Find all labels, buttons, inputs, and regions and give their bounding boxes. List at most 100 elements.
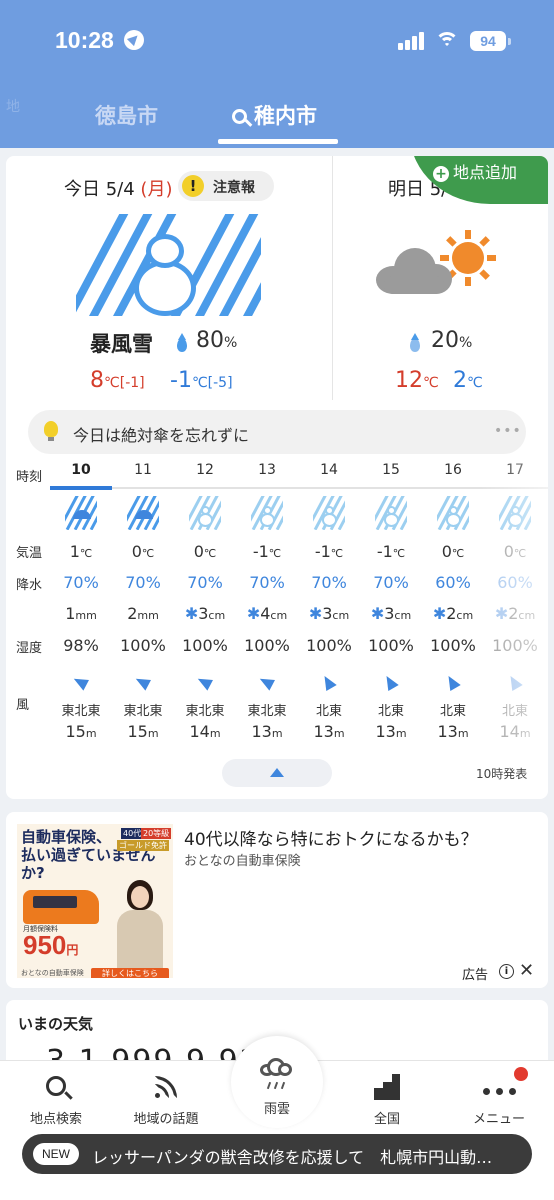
menu-dots-icon [480, 1080, 519, 1099]
nav-rain-label: 雨雲 [263, 1102, 290, 1117]
row-label-precip: 降水 [16, 578, 43, 593]
ad-cta-button[interactable]: 詳しくはこちら [91, 968, 169, 978]
nav-rain-radar[interactable]: 雨雲 [241, 1058, 313, 1117]
hour-wind-value: 13 [437, 722, 458, 741]
ad-info-icon[interactable]: i [499, 964, 514, 979]
news-ticker[interactable]: NEW レッサーパンダの獣舎改修を応援して 札幌市円山動… [22, 1134, 532, 1174]
more-dots-icon[interactable]: ••• [494, 423, 522, 439]
hour-wind-unit: m [147, 727, 159, 740]
snowman-icon [126, 234, 216, 316]
tab-wakkanai-label: 稚内市 [254, 104, 317, 128]
nav-local-topics[interactable]: 地域の話題 [126, 1072, 206, 1127]
tab-tokushima[interactable]: 徳島市 [95, 100, 158, 130]
hour-humidity: 100% [244, 636, 290, 655]
hour-wind-dir: 北東 [315, 704, 342, 719]
snowflake-icon: ✱ [184, 604, 199, 623]
ad-image[interactable]: 自動車保険、 払い過ぎていませんか? 40代 20等級 ゴールド免許 月額保険料… [17, 824, 173, 978]
hour-pop: 70% [311, 573, 347, 592]
hour-precip-value: 3 [198, 604, 209, 623]
hour-temp-value: 0 [193, 542, 204, 561]
today-high-diff: [-1] [119, 375, 145, 391]
add-location-label[interactable]: + 地点追加 [433, 159, 517, 183]
today-high-unit: ℃ [104, 375, 120, 391]
hour-temp: 0℃ [422, 542, 484, 561]
lightbulb-icon [44, 421, 58, 441]
tomorrow-low: 2℃ [453, 368, 483, 393]
raindrop-icon [410, 333, 420, 352]
warning-label: 注意報 [213, 180, 255, 196]
notification-dot [514, 1067, 528, 1081]
hour-wind-unit: m [85, 727, 97, 740]
hour-label: 14 [320, 462, 338, 478]
tomorrow-low-unit: ℃ [467, 375, 483, 391]
hour-pop: 60% [435, 573, 471, 592]
hour-label: 13 [258, 462, 276, 478]
hour-precip-unit: mm [75, 609, 97, 622]
hour-temp: -1℃ [298, 542, 360, 561]
nav-menu[interactable]: メニュー [463, 1072, 535, 1127]
ad-tag-grade: 20等級 [141, 828, 172, 839]
raindrop-icon [177, 333, 187, 352]
snowman-icon [189, 496, 221, 530]
ad-subtitle: おとなの自動車保険 [184, 854, 301, 869]
nav-search-label: 地点検索 [29, 1112, 82, 1127]
current-weather-title: いまの天気 [18, 1015, 94, 1033]
nav-search[interactable]: 地点検索 [20, 1072, 92, 1127]
ad-person-image [113, 880, 167, 974]
ad-card[interactable]: 自動車保険、 払い過ぎていませんか? 40代 20等級 ゴールド免許 月額保険料… [6, 812, 548, 988]
tab-wakkanai[interactable]: 稚内市 [232, 100, 317, 130]
search-icon [46, 1076, 66, 1096]
ad-brand: おとなの自動車保険 [21, 969, 84, 977]
tomorrow-pop-unit: % [459, 335, 473, 351]
wind-arrow-icon [195, 673, 213, 691]
hour-precip-unit: cm [270, 609, 288, 622]
row-label-wind: 風 [16, 698, 30, 713]
ticker-text[interactable]: レッサーパンダの獣舎改修を応援して 札幌市円山動… [92, 1144, 524, 1168]
active-tab-indicator [218, 139, 338, 144]
collapse-button[interactable] [222, 759, 332, 787]
hour-wind-speed: 13m [360, 722, 422, 741]
hour-precip: 1mm [50, 604, 112, 623]
snowman-icon [375, 496, 407, 530]
hour-temp: -1℃ [236, 542, 298, 561]
warning-badge[interactable]: ! 注意報 [178, 171, 274, 201]
rain-umbrella-icon [127, 496, 159, 530]
hour-wind-value: 15 [127, 722, 148, 741]
tomorrow-high-value: 12 [395, 368, 423, 393]
rss-icon [155, 1076, 177, 1098]
hour-wind-speed: 13m [422, 722, 484, 741]
nav-nationwide-label: 全国 [373, 1112, 400, 1127]
today-low: -1℃[-5] [170, 368, 233, 393]
nav-nationwide[interactable]: 全国 [351, 1072, 423, 1127]
ad-title[interactable]: 40代以降なら特におトクになるかも？ [184, 825, 478, 850]
cloud-sun-icon [374, 226, 506, 298]
car-icon [23, 890, 99, 924]
hour-temp-unit: ℃ [392, 547, 406, 560]
new-badge: NEW [33, 1143, 79, 1165]
hour-pop: 70% [125, 573, 161, 592]
tomorrow-high: 12℃ [395, 368, 439, 393]
hour-label: 16 [444, 462, 462, 478]
today-low-diff: [-5] [207, 375, 233, 391]
snowman-icon [313, 496, 345, 530]
nav-menu-label: メニュー [472, 1112, 525, 1127]
hour-header-line [50, 487, 548, 489]
tip-banner[interactable]: 今日は絶対傘を忘れずに ••• [28, 410, 526, 454]
hour-precip: ✱3cm [360, 604, 422, 623]
hour-wind-speed: 14m [174, 722, 236, 741]
wind-arrow-icon [133, 673, 151, 691]
today-weekday: (月) [140, 179, 173, 200]
hour-humidity: 98% [63, 636, 99, 655]
hour-temp: 0℃ [174, 542, 236, 561]
hour-humidity: 100% [182, 636, 228, 655]
rain-cloud-icon [260, 1058, 294, 1090]
hour-wind-dir: 東北東 [185, 704, 225, 719]
ad-close-icon[interactable]: ✕ [519, 960, 534, 981]
hour-pop: 70% [187, 573, 223, 592]
hour-label: 10 [71, 462, 91, 478]
exclamation-icon: ! [182, 175, 204, 197]
snowstorm-icon [76, 214, 261, 316]
hour-precip-unit: cm [208, 609, 226, 622]
hour-pop: 70% [63, 573, 99, 592]
faint-header-char: 地 [6, 99, 20, 115]
